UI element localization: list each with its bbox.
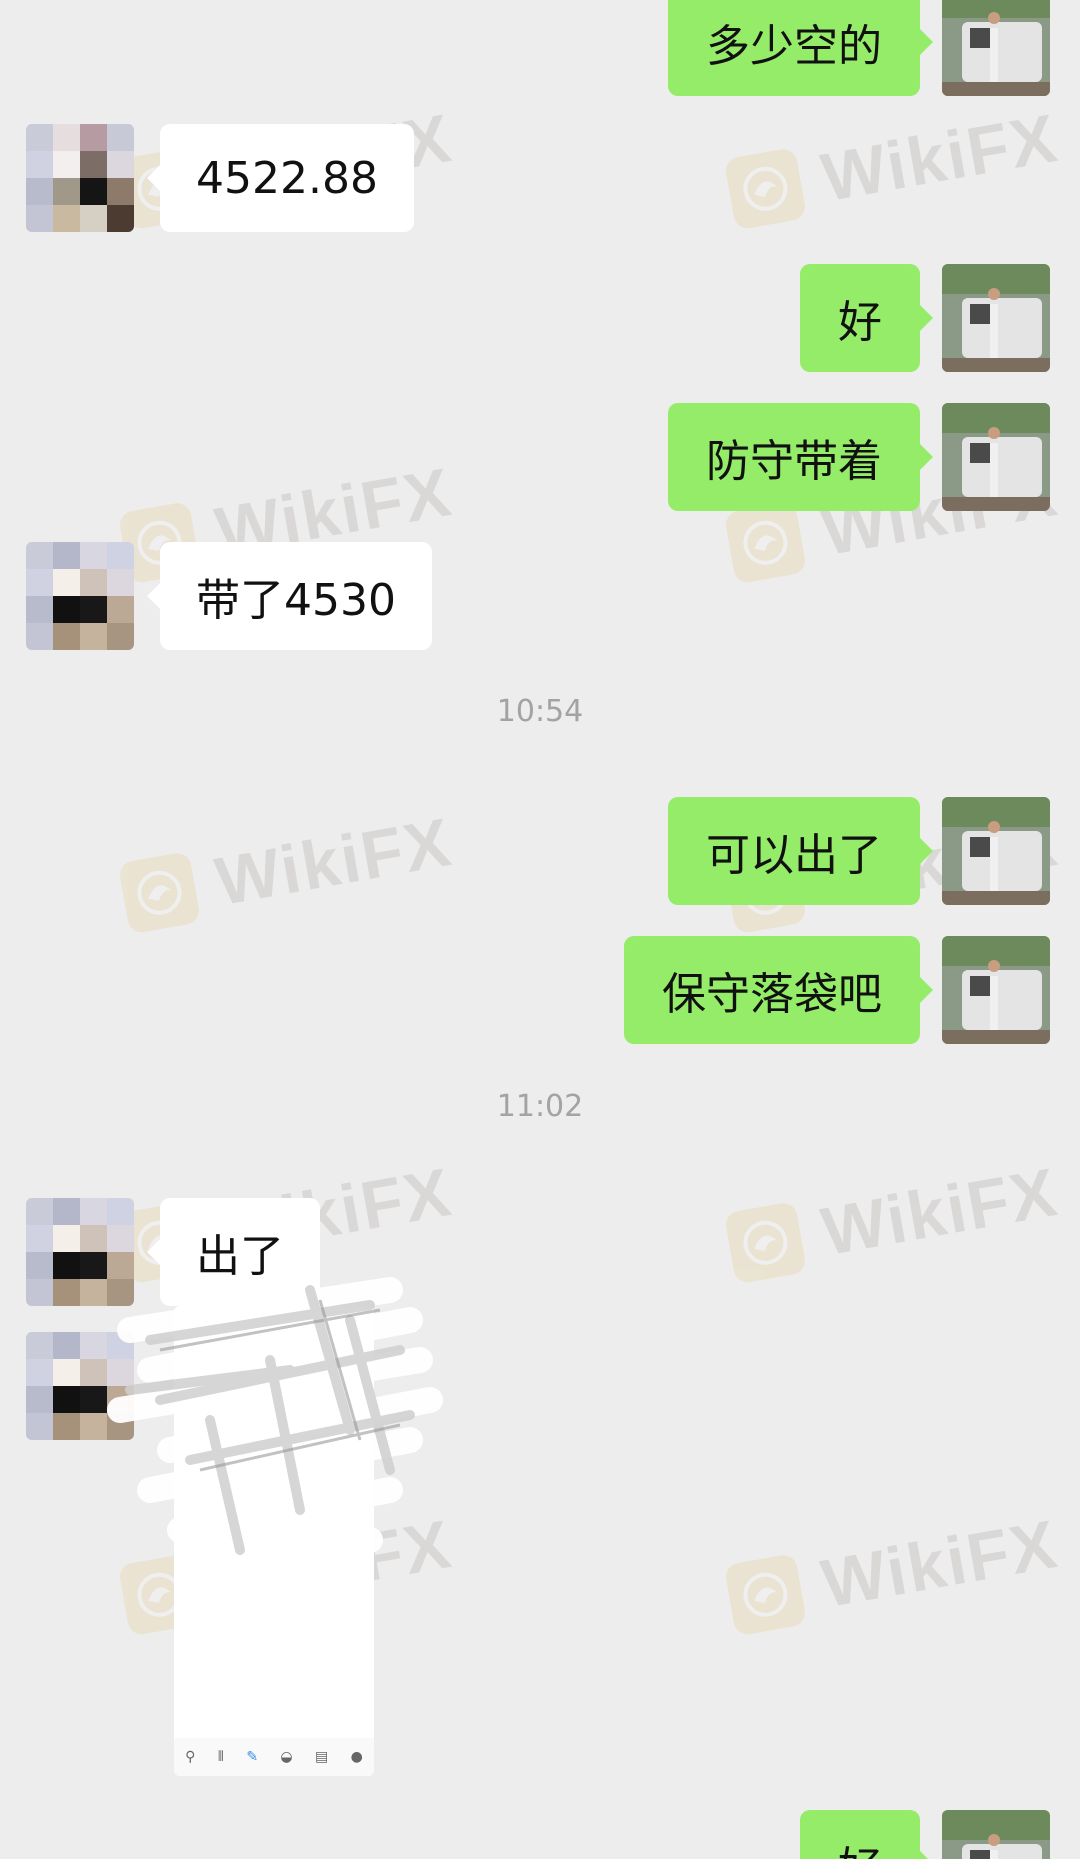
message-outgoing: 可以出了 [0,797,1080,905]
message-bubble[interactable]: 好 [800,1810,933,1859]
pen-icon: ✎ [246,1749,259,1765]
my-avatar[interactable] [942,1810,1050,1859]
message-incoming: 带了4530 [0,542,1080,650]
message-bubble[interactable]: 防守带着 [668,403,933,511]
scribble-redaction [107,1277,443,1623]
my-avatar[interactable] [942,936,1050,1044]
link-icon: ⚲ [185,1749,196,1765]
chat-icon: ● [350,1749,363,1765]
chat-view[interactable]: WikiFX WikiFX WikiFX WikiFX WikiFX WikiF… [0,0,1080,1859]
message-bubble[interactable]: 4522.88 [147,124,414,232]
my-avatar[interactable] [942,0,1050,96]
image-toolbar: ⚲ ⦀ ✎ ◒ ▤ ● [174,1738,374,1776]
message-outgoing: 好 [0,264,1080,372]
message-outgoing: 防守带着 [0,403,1080,511]
message-bubble[interactable]: 带了4530 [147,542,432,650]
message-bubble[interactable]: 多少空的 [668,0,933,96]
watermark-logo-icon [723,1553,808,1637]
my-avatar[interactable] [942,264,1050,372]
watermark-text: WikiFX [815,1505,1064,1623]
message-bubble[interactable]: 保守落袋吧 [624,936,933,1044]
contact-avatar[interactable] [26,124,134,232]
my-avatar[interactable] [942,403,1050,511]
list-icon: ▤ [315,1749,329,1765]
inbox-icon: ◒ [280,1749,293,1765]
message-outgoing: 多少空的 [0,0,1080,96]
message-bubble[interactable]: 好 [800,264,933,372]
message-outgoing: 好 [0,1810,1080,1859]
contact-avatar[interactable] [26,542,134,650]
message-incoming: 4522.88 [0,124,1080,232]
timestamp: 11:02 [496,1089,584,1124]
message-bubble[interactable]: 可以出了 [668,797,933,905]
timestamp: 10:54 [496,694,584,729]
watermark: WikiFX [723,1505,1064,1639]
signal-icon: ⦀ [217,1749,224,1765]
message-outgoing: 保守落袋吧 [0,936,1080,1044]
my-avatar[interactable] [942,797,1050,905]
image-message[interactable]: ⚲ ⦀ ✎ ◒ ▤ ● [107,1270,443,1776]
